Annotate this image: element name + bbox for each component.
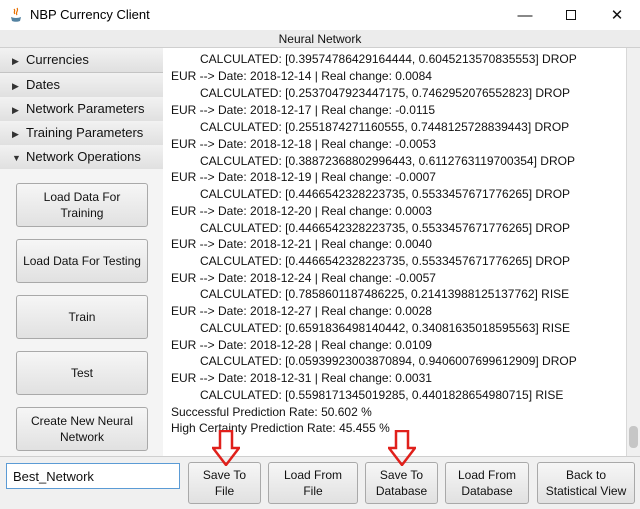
maximize-icon xyxy=(566,10,576,20)
accordion-label: Network Operations xyxy=(26,149,141,164)
log-line: EUR --> Date: 2018-12-27 | Real change: … xyxy=(171,304,432,318)
accordion-currencies[interactable]: ▶ Currencies xyxy=(0,48,163,73)
log-line: EUR --> Date: 2018-12-21 | Real change: … xyxy=(171,237,432,251)
accordion-label: Dates xyxy=(26,77,60,92)
minimize-button[interactable]: — xyxy=(502,0,548,30)
window-title: NBP Currency Client xyxy=(30,7,150,22)
log-line: CALCULATED: [0.4466542328223735, 0.55334… xyxy=(200,254,571,268)
close-icon: ✕ xyxy=(610,7,624,24)
accordion-label: Currencies xyxy=(26,52,89,67)
load-from-database-button[interactable]: Load From Database xyxy=(445,462,529,504)
accordion-network-operations[interactable]: ▼ Network Operations xyxy=(0,145,163,170)
log-line: CALCULATED: [0.39574786429164444, 0.6045… xyxy=(200,52,577,66)
high-certainty-line: High Certainty Prediction Rate: 45.455 % xyxy=(171,421,390,435)
log-line: EUR --> Date: 2018-12-17 | Real change: … xyxy=(171,103,436,117)
load-from-file-button[interactable]: Load From File xyxy=(268,462,358,504)
close-button[interactable]: ✕ xyxy=(594,0,640,30)
log-line: EUR --> Date: 2018-12-24 | Real change: … xyxy=(171,271,436,285)
accordion-label: Training Parameters xyxy=(26,125,144,140)
test-button[interactable]: Test xyxy=(16,351,148,395)
chevron-right-icon: ▶ xyxy=(12,129,19,139)
chevron-down-icon: ▼ xyxy=(12,153,21,163)
chevron-right-icon: ▶ xyxy=(12,105,19,115)
log-line: CALCULATED: [0.7858601187486225, 0.21413… xyxy=(200,287,570,301)
bottom-toolbar: Save To File Load From File Save To Data… xyxy=(0,456,640,509)
log-line: CALCULATED: [0.4466542328223735, 0.55334… xyxy=(200,221,571,235)
save-to-file-button[interactable]: Save To File xyxy=(188,462,261,504)
accordion-label: Network Parameters xyxy=(26,101,145,116)
save-to-database-button[interactable]: Save To Database xyxy=(365,462,438,504)
minimize-icon: — xyxy=(517,6,533,24)
arrow-down-annotation-icon xyxy=(212,430,240,466)
load-data-training-button[interactable]: Load Data For Training xyxy=(16,183,148,227)
chevron-right-icon: ▶ xyxy=(12,56,19,66)
log-line: EUR --> Date: 2018-12-20 | Real change: … xyxy=(171,204,432,218)
prediction-rate-line: Successful Prediction Rate: 50.602 % xyxy=(171,405,372,419)
log-scrollbar[interactable] xyxy=(626,48,640,456)
log-line: CALCULATED: [0.4466542328223735, 0.55334… xyxy=(200,187,571,201)
maximize-button[interactable] xyxy=(548,0,594,30)
network-name-input[interactable] xyxy=(6,463,180,489)
java-app-icon xyxy=(11,7,21,22)
log-line: EUR --> Date: 2018-12-19 | Real change: … xyxy=(171,170,436,184)
arrow-down-annotation-icon xyxy=(388,430,416,466)
panel-title: Neural Network xyxy=(0,30,640,48)
network-operations-panel: Load Data For Training Load Data For Tes… xyxy=(0,169,163,456)
accordion-dates[interactable]: ▶ Dates xyxy=(0,73,163,98)
scrollbar-thumb[interactable] xyxy=(629,426,638,448)
sidebar: ▶ Currencies ▶ Dates ▶ Network Parameters ▶… xyxy=(0,48,163,456)
log-line: CALCULATED: [0.5598171345019285, 0.44018… xyxy=(200,388,564,402)
accordion-network-parameters[interactable]: ▶ Network Parameters xyxy=(0,97,163,122)
log-output[interactable]: CALCULATED: [0.39574786429164444, 0.6045… xyxy=(164,48,626,456)
log-line: CALCULATED: [0.38872368802996443, 0.6112… xyxy=(200,154,575,168)
log-line: CALCULATED: [0.05939923003870894, 0.9406… xyxy=(200,354,577,368)
load-data-testing-button[interactable]: Load Data For Testing xyxy=(16,239,148,283)
chevron-right-icon: ▶ xyxy=(12,81,19,91)
create-network-button[interactable]: Create New Neural Network xyxy=(16,407,148,451)
train-button[interactable]: Train xyxy=(16,295,148,339)
title-bar: NBP Currency Client — ✕ xyxy=(0,0,640,30)
accordion-training-parameters[interactable]: ▶ Training Parameters xyxy=(0,121,163,146)
log-line: EUR --> Date: 2018-12-28 | Real change: … xyxy=(171,338,432,352)
log-line: CALCULATED: [0.2537047923447175, 0.74629… xyxy=(200,86,571,100)
log-line: CALCULATED: [0.6591836498140442, 0.34081… xyxy=(200,321,571,335)
back-to-statistical-view-button[interactable]: Back to Statistical View xyxy=(537,462,635,504)
log-line: EUR --> Date: 2018-12-14 | Real change: … xyxy=(171,69,432,83)
log-line: EUR --> Date: 2018-12-31 | Real change: … xyxy=(171,371,432,385)
log-line: EUR --> Date: 2018-12-18 | Real change: … xyxy=(171,137,436,151)
log-line: CALCULATED: [0.2551874271160555, 0.74481… xyxy=(200,120,570,134)
